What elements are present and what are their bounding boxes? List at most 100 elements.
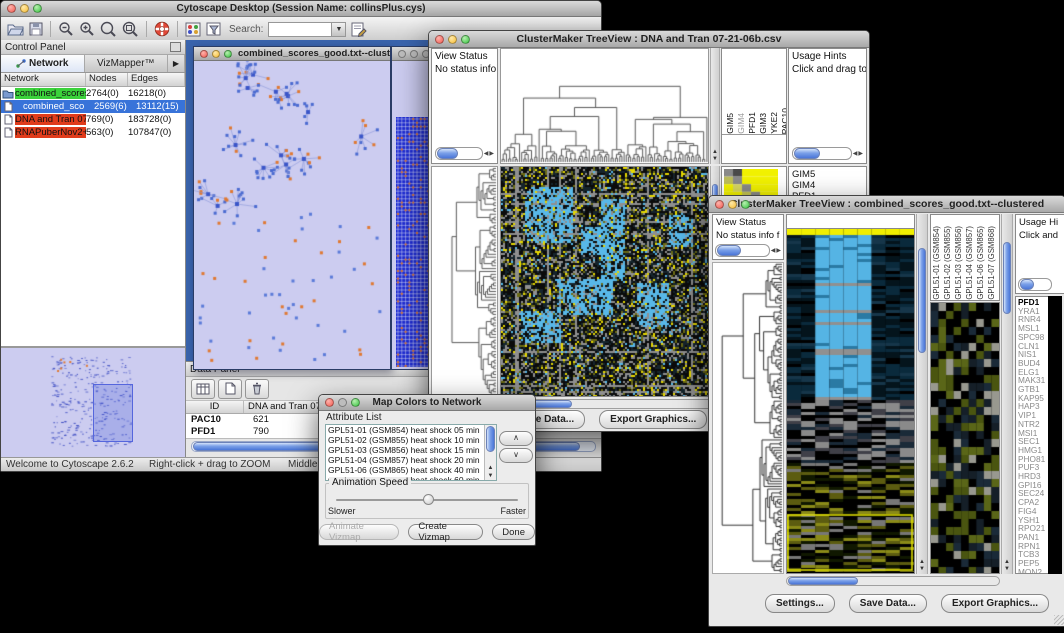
gene-label[interactable]: MON2 — [1018, 568, 1048, 574]
tv1-heatmap[interactable] — [500, 166, 709, 397]
usage-scrollbar[interactable] — [1018, 278, 1052, 291]
dialog-titlebar[interactable]: Map Colors to Network — [319, 395, 535, 411]
minimize-button[interactable] — [728, 200, 737, 209]
minimize-button[interactable] — [20, 4, 29, 13]
row-dendrogram-canvas[interactable] — [432, 167, 497, 396]
tv2-heatmap[interactable] — [786, 229, 915, 574]
export-graphics-button[interactable]: Export Graphics... — [941, 594, 1049, 613]
zoom-heatmap-canvas[interactable] — [931, 303, 999, 573]
close-button[interactable] — [715, 200, 724, 209]
column-dendrogram-canvas[interactable] — [501, 49, 708, 163]
tabs-overflow-arrow[interactable]: ▶ — [168, 55, 185, 72]
scroll-left-icon[interactable]: ◀ — [484, 149, 489, 159]
close-button[interactable] — [325, 398, 334, 407]
zoom-fit-icon[interactable] — [122, 20, 139, 38]
vizmap-icon[interactable] — [185, 20, 201, 38]
delete-attribute-button[interactable] — [245, 379, 269, 399]
scrollbar-thumb[interactable] — [1020, 279, 1034, 290]
row-dendrogram-canvas[interactable] — [713, 263, 783, 573]
filter-icon[interactable] — [206, 20, 222, 38]
move-up-button[interactable]: ∧ — [499, 431, 533, 446]
scroll-arrows[interactable]: ▲▼ — [711, 149, 719, 163]
scroll-arrows[interactable]: ▲▼ — [1002, 559, 1012, 573]
scrollbar-thumb[interactable] — [794, 148, 820, 159]
tv1-row-dendrogram[interactable] — [431, 166, 498, 397]
column-label[interactable]: GIM5 — [725, 113, 735, 134]
search-dropdown-icon[interactable]: ▼ — [331, 23, 345, 36]
scrollbar-thumb[interactable] — [918, 248, 926, 353]
column-label[interactable]: GPL51-06 (GSM865) — [976, 226, 986, 300]
attr-col-id[interactable]: ID — [186, 401, 244, 413]
tv2-labels-scrollbar[interactable]: ▲▼ — [1001, 214, 1013, 574]
save-button[interactable] — [29, 20, 43, 38]
column-label[interactable]: PFD1 — [747, 112, 757, 134]
close-button[interactable] — [398, 50, 406, 58]
tv2-zoom-heatmap[interactable] — [930, 302, 1000, 574]
network-view-titlebar[interactable]: combined_scores_good.txt--cluste... — [194, 47, 390, 61]
column-label[interactable]: GIM4 — [736, 113, 746, 134]
scroll-left-icon[interactable]: ◀ — [771, 246, 776, 256]
column-label[interactable]: GIM3 — [758, 113, 768, 134]
create-vizmap-button[interactable]: Create Vizmap — [408, 524, 483, 540]
network-canvas[interactable] — [194, 61, 388, 368]
annotation-icon[interactable] — [351, 20, 367, 38]
network-overview-panel[interactable] — [1, 347, 185, 458]
scroll-left-icon[interactable]: ◀ — [853, 149, 858, 159]
usage-scrollbar[interactable]: ◀ ▶ — [792, 147, 863, 160]
attribute-table-button[interactable] — [191, 379, 215, 399]
save-data-button[interactable]: Save Data... — [849, 594, 927, 613]
scroll-right-icon[interactable]: ▶ — [776, 246, 781, 256]
scroll-arrows[interactable]: ▲▼ — [485, 464, 496, 480]
scroll-right-icon[interactable]: ▶ — [858, 149, 863, 159]
treeview2-titlebar[interactable]: ClusterMaker TreeView : combined_scores_… — [709, 196, 1064, 213]
column-label[interactable]: GPL51-07 (GSM868) — [987, 226, 997, 300]
done-button[interactable]: Done — [492, 524, 535, 540]
new-attribute-button[interactable] — [218, 379, 242, 399]
open-file-button[interactable] — [7, 20, 24, 38]
zoom-button[interactable] — [33, 4, 42, 13]
scrollbar-thumb[interactable] — [1003, 242, 1011, 314]
move-down-button[interactable]: ∨ — [499, 448, 533, 463]
close-button[interactable] — [435, 35, 444, 44]
attribute-item[interactable]: GPL51-06 (GSM865) heat shock 40 min — [328, 465, 496, 475]
main-titlebar[interactable]: Cytoscape Desktop (Session Name: collins… — [1, 1, 601, 17]
column-label[interactable]: PAC10 — [780, 108, 787, 134]
zoom-out-icon[interactable] — [58, 20, 74, 38]
col-network[interactable]: Network — [1, 73, 86, 86]
minimize-button[interactable] — [410, 50, 418, 58]
float-panel-icon[interactable] — [170, 42, 181, 52]
network-list-item[interactable]: RNAPuberNov2+!563(0)107847(0) — [1, 126, 185, 139]
attribute-item[interactable]: GPL51-02 (GSM855) heat shock 10 min — [328, 435, 496, 445]
network-list-item[interactable]: combined_scores2764(0)16218(0) — [1, 87, 185, 100]
treeview1-titlebar[interactable]: ClusterMaker TreeView : DNA and Tran 07-… — [429, 31, 869, 48]
tab-network[interactable]: Network — [1, 55, 85, 72]
view-status-scrollbar[interactable]: ◀ ▶ — [435, 147, 494, 160]
close-button[interactable] — [200, 50, 208, 58]
export-graphics-button[interactable]: Export Graphics... — [599, 410, 707, 429]
help-lifering-icon[interactable] — [154, 20, 170, 38]
gene-label[interactable]: GIM4 — [792, 180, 866, 191]
tv2-vertical-scrollbar[interactable]: ▲▼ — [916, 214, 928, 574]
scrollbar-thumb[interactable] — [717, 245, 741, 256]
resize-grip[interactable] — [1054, 615, 1064, 625]
view-status-scrollbar[interactable]: ◀ ▶ — [715, 244, 781, 257]
attribute-item[interactable]: GPL51-03 (GSM856) heat shock 15 min — [328, 445, 496, 455]
zoom-button[interactable] — [351, 398, 360, 407]
column-label[interactable]: GPL51-04 (GSM857) — [965, 226, 975, 300]
scroll-right-icon[interactable]: ▶ — [489, 149, 494, 159]
overview-canvas[interactable] — [1, 348, 180, 452]
column-label[interactable]: GPL51-03 (GSM856) — [954, 226, 964, 300]
zoom-button[interactable] — [461, 35, 470, 44]
column-label[interactable]: YKE2 — [769, 112, 779, 134]
zoom-button[interactable] — [224, 50, 232, 58]
animate-vizmap-button[interactable]: Animate Vizmap — [319, 524, 399, 540]
zoom-button[interactable] — [741, 200, 750, 209]
slider-thumb[interactable] — [423, 494, 434, 505]
attribute-item[interactable]: GPL51-04 (GSM857) heat shock 20 min — [328, 455, 496, 465]
scrollbar-thumb[interactable] — [437, 148, 458, 159]
overview-viewport-rect[interactable] — [93, 384, 133, 442]
animation-speed-slider[interactable] — [336, 494, 518, 504]
scrollbar-thumb[interactable] — [486, 426, 495, 452]
col-edges[interactable]: Edges — [128, 73, 185, 86]
attribute-listbox[interactable]: GPL51-01 (GSM854) heat shock 05 minGPL51… — [325, 424, 497, 481]
